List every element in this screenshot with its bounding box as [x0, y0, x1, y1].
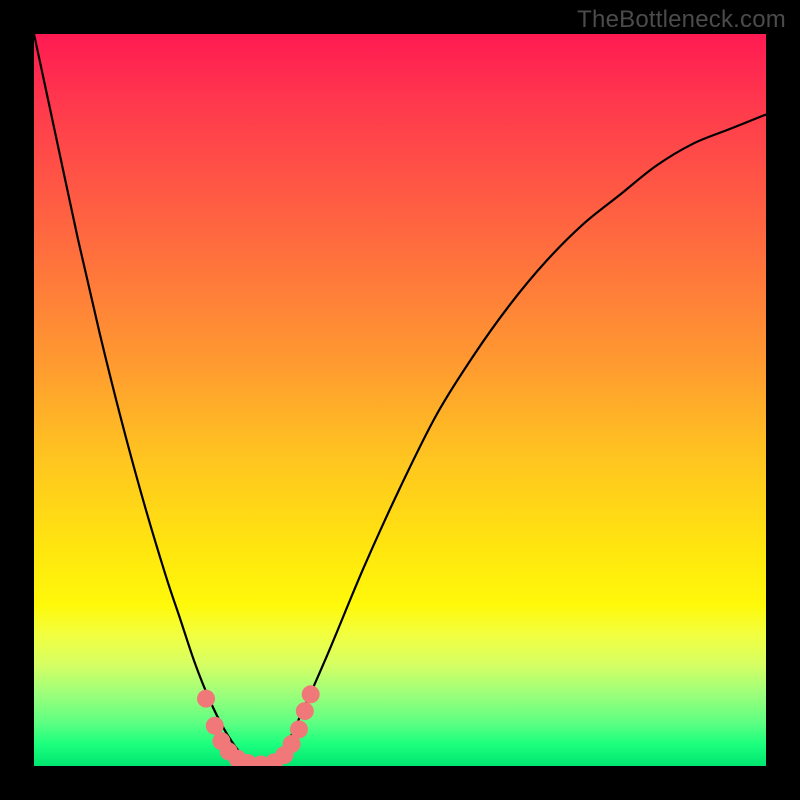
marker-dot — [197, 690, 215, 708]
curve-path — [34, 34, 766, 766]
chart-frame: TheBottleneck.com — [0, 0, 800, 800]
marker-dot — [302, 685, 320, 703]
marker-group — [197, 685, 320, 766]
watermark-text: TheBottleneck.com — [577, 6, 786, 34]
curve-path-group — [34, 34, 766, 766]
marker-dot — [296, 702, 314, 720]
bottleneck-curve-svg — [34, 34, 766, 766]
plot-area — [34, 34, 766, 766]
marker-dot — [290, 720, 308, 738]
marker-dot — [206, 717, 224, 735]
